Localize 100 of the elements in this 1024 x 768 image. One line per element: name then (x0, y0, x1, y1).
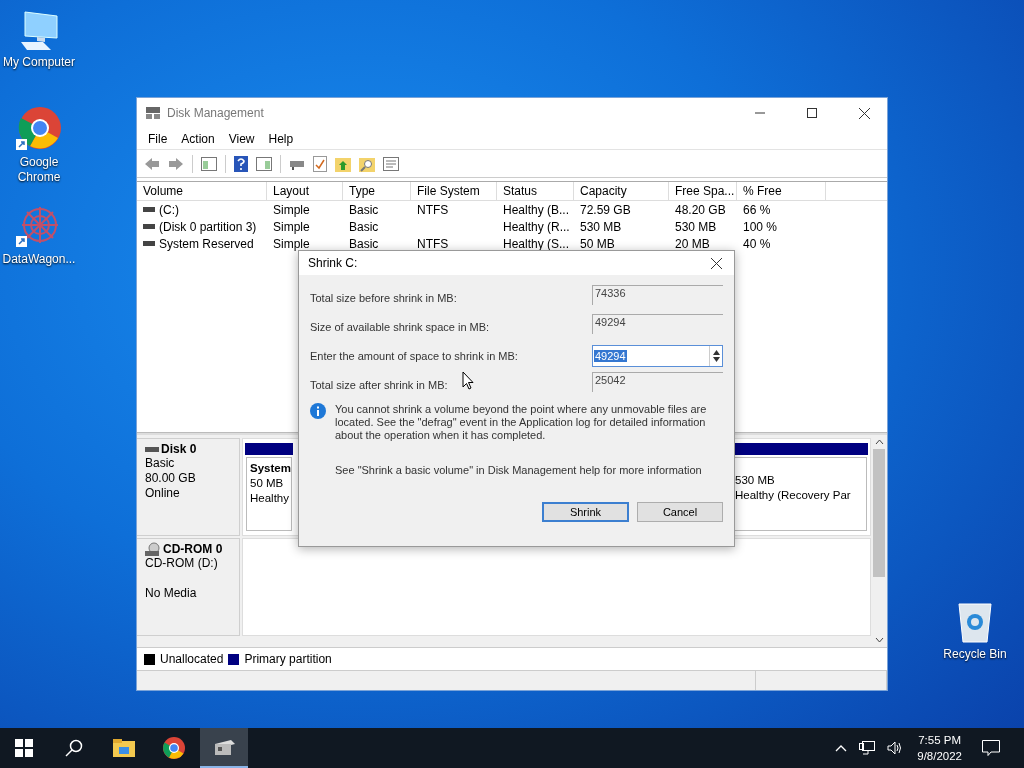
dialog-button[interactable]: Cancel (637, 502, 723, 522)
chrome-icon (163, 737, 185, 759)
table-cell: Healthy (B... (503, 202, 570, 217)
notification-icon[interactable] (982, 740, 1000, 756)
partition-block[interactable]: System 50 MB Healthy (246, 457, 292, 531)
recycle-bin-icon[interactable] (955, 600, 995, 644)
list-icon[interactable] (380, 154, 402, 173)
table-cell: NTFS (417, 202, 449, 217)
table-cell: 40 % (743, 236, 771, 251)
table-cell: Basic (349, 219, 379, 234)
table-cell: 48.20 GB (675, 202, 726, 217)
help-text: See "Shrink a basic volume" in Disk Management help for more information (335, 464, 703, 476)
drive-icon (143, 206, 155, 213)
table-cell: Healthy (S... (503, 236, 570, 251)
readonly-field: 25042 (592, 372, 723, 392)
scroll-down-icon[interactable] (874, 637, 884, 643)
disk-info-panel[interactable]: CD-ROM 0 CD-ROM (D:) No Media (137, 538, 240, 636)
disk-detail: No Media (145, 586, 198, 601)
table-cell: Simple (273, 219, 310, 234)
column-header[interactable]: % Free (737, 182, 826, 200)
disk-detail: Online (145, 486, 181, 501)
column-header[interactable]: Free Spa... (669, 182, 737, 200)
clock-date: 9/8/2022 (917, 749, 962, 764)
dialog-button[interactable]: Shrink (542, 502, 629, 522)
help-icon[interactable] (231, 153, 251, 174)
legend-label: Unallocated (160, 652, 224, 666)
clock-time: 7:55 PM (918, 733, 962, 748)
folder-icon (113, 739, 135, 757)
table-cell: Healthy (R... (503, 219, 570, 234)
maximize-icon (807, 108, 817, 118)
partition-detail: 50 MB (250, 476, 285, 491)
partition-detail: Healthy (250, 491, 288, 506)
dialog-title: Shrink C: (308, 256, 358, 270)
network-icon[interactable] (859, 741, 876, 755)
close-icon (858, 107, 870, 119)
spin-field[interactable]: 49294 (592, 344, 723, 367)
panel-icon[interactable] (198, 154, 220, 173)
field-label: Total size before shrink in MB: (310, 291, 457, 304)
desktop-icon-label[interactable]: Google Chrome (17, 155, 61, 185)
menu-item[interactable]: Help (261, 131, 301, 146)
table-cell: 20 MB (675, 236, 710, 251)
field-label: Size of available shrink space in MB: (310, 320, 490, 333)
info-message: You cannot shrink a volume beyond the point where any unmovable files are located. See the "defrag" event in the Application log for detailed information about the operation when it has completed. (335, 403, 708, 442)
disk-name: CD-ROM 0 (163, 542, 223, 556)
table-cell: (Disk 0 partition 3) (159, 219, 257, 234)
spin-down-icon[interactable] (712, 356, 720, 362)
disk-detail: 80.00 GB (145, 471, 197, 486)
table-cell: 530 MB (580, 219, 622, 234)
table-cell: 50 MB (580, 236, 615, 251)
panel-icon[interactable] (253, 154, 275, 173)
disk-name: Disk 0 (161, 442, 197, 456)
desktop-icon-label[interactable]: DataWagon... (2, 252, 76, 267)
table-cell: Simple (273, 236, 310, 251)
disk-detail: Basic (145, 456, 176, 471)
table-cell: System Reserved (159, 236, 254, 251)
scroll-up-icon[interactable] (874, 439, 884, 445)
column-header[interactable]: Volume (137, 182, 267, 200)
speaker-icon[interactable] (887, 741, 904, 755)
chevron-up-icon[interactable] (835, 744, 848, 752)
taskbar-button[interactable] (200, 728, 248, 768)
menu-item[interactable]: View (221, 131, 262, 146)
disk-drive-icon (145, 106, 161, 120)
partition-detail: Healthy (Recovery Par (735, 488, 852, 503)
spin-up-icon[interactable] (712, 349, 720, 355)
clock[interactable]: 7:55 PM 9/8/2022 (917, 732, 962, 764)
table-cell: 100 % (743, 219, 778, 234)
column-header[interactable]: Capacity (574, 182, 669, 200)
readonly-field: 74336 (592, 285, 723, 305)
table-cell: Basic (349, 202, 379, 217)
disk-detail: CD-ROM (D:) (145, 556, 219, 571)
cd-drive-icon (145, 542, 161, 556)
disk-info-panel[interactable]: Disk 0 Basic 80.00 GB Online (137, 438, 240, 536)
info-icon (310, 403, 326, 419)
mouse-pointer-icon (462, 371, 474, 390)
drive-icon (143, 223, 155, 230)
column-header[interactable]: Type (343, 182, 411, 200)
table-cell: Basic (349, 236, 379, 251)
partition-detail: 530 MB (735, 473, 776, 488)
desktop-icon-label[interactable]: Recycle Bin (943, 647, 1007, 662)
column-header[interactable]: Layout (267, 182, 343, 200)
field-label: Total size after shrink in MB: (310, 378, 448, 391)
desktop-icon-label[interactable]: My Computer (3, 55, 75, 70)
close-icon (710, 257, 722, 269)
table-cell: (C:) (159, 202, 179, 217)
table-cell: Simple (273, 202, 310, 217)
legend-label: Primary partition (244, 652, 332, 666)
search-icon (65, 739, 83, 757)
column-header[interactable]: Status (497, 182, 574, 200)
menu-item[interactable]: Action (174, 131, 222, 146)
checklist-icon[interactable] (310, 153, 330, 174)
chrome-icon[interactable] (16, 106, 62, 152)
disk-drive-icon (213, 738, 235, 756)
disk-drive-icon (145, 445, 159, 453)
menu-item[interactable]: File (141, 131, 175, 146)
column-header[interactable]: File System (411, 182, 497, 200)
field-label: Enter the amount of space to shrink in MB: (310, 349, 518, 362)
table-cell: 66 % (743, 202, 771, 217)
drive-icon (143, 240, 155, 247)
window-title: Disk Management (167, 106, 264, 120)
table-cell: NTFS (417, 236, 449, 251)
